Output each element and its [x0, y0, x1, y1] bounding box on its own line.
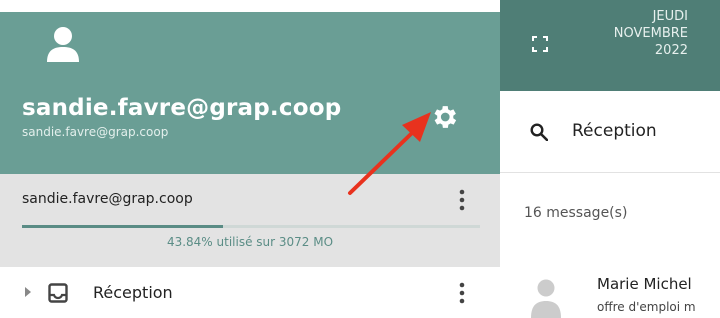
folder-item-reception[interactable]: Réception: [0, 267, 500, 318]
quota-bar-fill: [22, 225, 223, 228]
date-weekday: JEUDI: [652, 9, 688, 24]
fullscreen-icon[interactable]: [532, 36, 548, 52]
date-display: JEUDI NOVEMBRE 2022: [580, 8, 688, 59]
date-month: NOVEMBRE: [613, 26, 688, 41]
person-icon: [47, 27, 79, 62]
quota-bar: [22, 225, 480, 228]
date-year: 2022: [654, 43, 688, 58]
message-count: 16 message(s): [524, 205, 628, 221]
user-subtitle: sandie.favre@grap.coop: [22, 125, 169, 139]
annotation-arrow-icon: [348, 112, 431, 195]
kebab-menu-icon[interactable]: [455, 281, 469, 305]
message-preview[interactable]: offre d'emploi m: [597, 300, 720, 314]
account-label: sandie.favre@grap.coop: [22, 191, 193, 207]
folder-label: Réception: [93, 283, 173, 302]
caret-right-icon[interactable]: [24, 287, 32, 297]
search-label[interactable]: Réception: [572, 121, 657, 141]
user-title: sandie.favre@grap.coop: [22, 95, 342, 121]
person-icon: [531, 279, 561, 318]
search-icon[interactable]: [530, 123, 548, 141]
quota-text: 43.84% utilisé sur 3072 MO: [166, 235, 334, 249]
inbox-icon: [48, 283, 68, 303]
kebab-menu-icon[interactable]: [455, 188, 469, 212]
message-sender[interactable]: Marie Michel: [597, 275, 692, 293]
